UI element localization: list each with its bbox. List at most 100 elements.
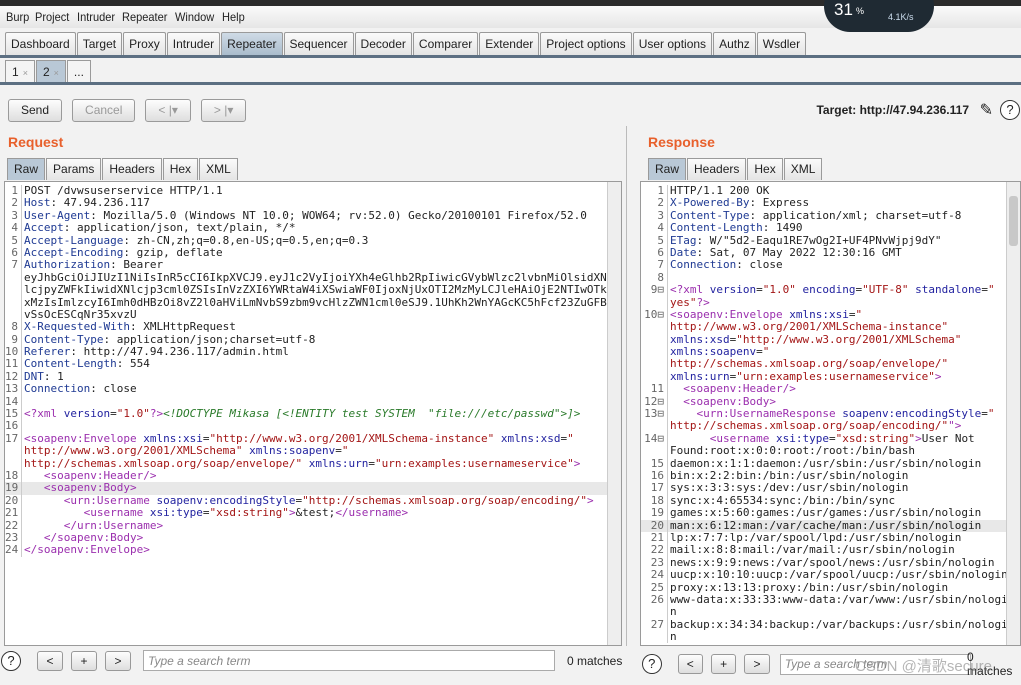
code-token: Connection xyxy=(670,258,737,272)
request-search-input[interactable] xyxy=(143,650,555,671)
menu-burp[interactable]: Burp xyxy=(6,10,29,24)
request-scrollbar[interactable] xyxy=(607,182,621,645)
close-tab-icon[interactable]: × xyxy=(23,68,28,78)
menu-intruder[interactable]: Intruder xyxy=(77,10,115,24)
scrollbar-thumb[interactable] xyxy=(1009,196,1018,246)
edit-target-pencil-icon[interactable]: ✎ xyxy=(980,100,993,120)
code-token: http://schemas.xmlsoap.org/soap/envelope… xyxy=(670,357,949,371)
code-token: mail:x:8:8:mail:/var/mail:/usr/sbin/nolo… xyxy=(670,543,955,557)
line-number: 7 xyxy=(657,258,664,272)
code-line: n xyxy=(641,630,1020,644)
tab-wsdler[interactable]: Wsdler xyxy=(756,32,807,55)
response-search-input[interactable] xyxy=(779,653,972,675)
next-match-button[interactable]: > xyxy=(105,650,131,671)
code-token: : zh-CN,zh;q=0.8,en-US;q=0.5,en;q=0.3 xyxy=(123,233,369,247)
line-number: 8 xyxy=(11,320,18,334)
tab-extender[interactable]: Extender xyxy=(479,32,540,55)
code-token: xmlns:xsd xyxy=(500,431,561,445)
menu-repeater[interactable]: Repeater xyxy=(122,10,167,24)
repeater-tab-label: ... xyxy=(73,65,84,79)
help-icon[interactable]: ? xyxy=(1000,100,1020,120)
tab-intruder[interactable]: Intruder xyxy=(166,32,221,55)
tab-repeater[interactable]: Repeater xyxy=(221,32,283,55)
close-tab-icon[interactable]: × xyxy=(54,68,59,78)
send-button[interactable]: Send xyxy=(8,99,63,122)
response-tab-headers[interactable]: Headers xyxy=(687,158,747,180)
request-title: Request xyxy=(8,134,64,150)
previous-match-button[interactable]: < xyxy=(677,654,703,674)
tab-dashboard[interactable]: Dashboard xyxy=(5,32,76,55)
code-token: version xyxy=(709,283,757,297)
help-icon[interactable]: ? xyxy=(642,654,662,674)
code-token: xmlns:soapenv xyxy=(249,444,336,458)
request-tab-raw[interactable]: Raw xyxy=(7,158,46,180)
request-tab-headers[interactable]: Headers xyxy=(102,158,162,180)
code-token: &test; xyxy=(295,506,336,520)
menu-help[interactable]: Help xyxy=(222,10,245,24)
code-token: lcjpyZWFkIiwidXNlcjp3cml0ZSIsInVzZXI6YWR… xyxy=(24,283,607,297)
request-tab-params[interactable]: Params xyxy=(46,158,102,180)
code-token: : W/"5d2-Eaqu1RE7wOg2I+UF4PNvWjpj9dY" xyxy=(696,233,942,247)
tab-divider xyxy=(0,55,1021,58)
network-speed-overlay: 31% 4.1K/s xyxy=(824,0,934,32)
code-token: "> xyxy=(948,419,962,433)
code-token: "http://www.w3.org/2001/XMLSchema-instan… xyxy=(209,431,501,445)
code-token: Authorization xyxy=(24,258,111,272)
line-content: Connection: close xyxy=(667,258,783,272)
code-token: n xyxy=(670,605,677,619)
next-match-button[interactable]: > xyxy=(744,654,770,674)
code-line: 15 <?xml version="1.0"?><!DOCTYPE Mikasa … xyxy=(5,407,621,421)
add-button[interactable]: + xyxy=(71,650,97,671)
code-token: : Bearer xyxy=(110,258,164,272)
request-editor[interactable]: 1 POST /dvwsuserservice HTTP/1.1 2 Host: 47… xyxy=(4,181,622,646)
previous-match-button[interactable]: < xyxy=(37,650,63,671)
add-button[interactable]: + xyxy=(710,654,737,674)
tab-comparer[interactable]: Comparer xyxy=(412,32,479,55)
code-token: : 1 xyxy=(43,369,64,383)
code-token: Accept-Encoding xyxy=(24,245,124,259)
menu-project[interactable]: Project xyxy=(35,10,69,24)
code-token: xsi:type xyxy=(775,431,829,445)
code-token: </urn:Username> xyxy=(63,518,164,532)
response-tab-hex[interactable]: Hex xyxy=(747,158,783,180)
tab-project-options[interactable]: Project options xyxy=(540,32,632,55)
code-token: eyJhbGciOiJIUzI1NiIsInR5cCI6IkpXVCJ9.eyJ… xyxy=(24,270,607,284)
code-token: <soapenv:Header/> xyxy=(683,382,796,396)
response-tab-xml[interactable]: XML xyxy=(783,158,823,180)
tab-authz[interactable]: Authz xyxy=(713,32,756,55)
response-scrollbar[interactable] xyxy=(1006,182,1020,645)
code-token: = xyxy=(756,283,763,297)
code-token: man:x:6:12:man:/var/cache/man:/usr/sbin/… xyxy=(670,518,982,532)
line-content: n xyxy=(667,630,677,644)
tab-sequencer[interactable]: Sequencer xyxy=(283,32,354,55)
menu-window[interactable]: Window xyxy=(175,10,214,24)
code-token: "xsd:string" xyxy=(209,506,289,520)
tab-target[interactable]: Target xyxy=(76,32,123,55)
response-search-bar: ? < + > 0 matches xyxy=(642,650,1021,678)
repeater-tab[interactable]: 2 × xyxy=(35,60,66,82)
code-token: <soapenv:Body> xyxy=(43,481,137,495)
code-token: <?xml xyxy=(670,283,710,297)
repeater-tab[interactable]: ... xyxy=(66,60,91,82)
line-number: 11 xyxy=(5,357,19,371)
tab-user-options[interactable]: User options xyxy=(632,32,713,55)
help-icon[interactable]: ? xyxy=(1,650,21,671)
tab-decoder[interactable]: Decoder xyxy=(354,32,412,55)
code-token: : http://47.94.236.117/admin.html xyxy=(70,345,289,359)
response-tab-raw[interactable]: Raw xyxy=(648,158,687,180)
forward-button[interactable]: > |▾ xyxy=(200,99,247,122)
back-button[interactable]: < |▾ xyxy=(145,99,191,122)
response-editor[interactable]: 1 HTTP/1.1 200 OK 2 X-Powered-By: Express 3 C… xyxy=(640,181,1021,646)
request-tab-hex[interactable]: Hex xyxy=(162,158,199,180)
line-content: backup:x:34:34:backup:/var/backups:/usr/… xyxy=(667,617,1008,632)
code-token: backup:x:34:34:backup:/var/backups:/usr/… xyxy=(670,617,1008,631)
line-number xyxy=(641,321,667,333)
cancel-button[interactable]: Cancel xyxy=(72,99,136,122)
repeater-tab[interactable]: 1 × xyxy=(5,60,35,82)
request-tab-xml[interactable]: XML xyxy=(199,158,238,180)
code-token: > xyxy=(915,431,922,445)
pane-splitter[interactable] xyxy=(626,126,630,646)
tab-proxy[interactable]: Proxy xyxy=(123,32,166,55)
